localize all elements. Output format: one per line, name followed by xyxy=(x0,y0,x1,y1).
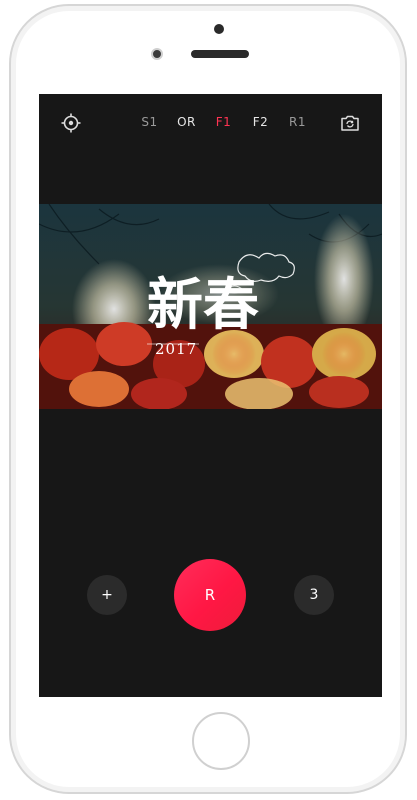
shutter-label: R xyxy=(204,586,216,604)
settings-button[interactable] xyxy=(57,109,85,137)
switch-camera-icon xyxy=(341,115,359,131)
mode-f2[interactable]: F2 xyxy=(242,115,279,133)
mode-r1[interactable]: R1 xyxy=(279,115,316,133)
shutter-button[interactable]: R xyxy=(174,559,246,631)
title-calligraphy: 新春 xyxy=(147,272,259,338)
camera-app-screen: S1 OR F1 F2 R1 新春 2017 + R 3 xyxy=(39,94,382,697)
mode-f1[interactable]: F1 xyxy=(205,115,242,133)
settings-icon xyxy=(61,113,81,133)
filter-mode-selector: S1 OR F1 F2 R1 xyxy=(131,115,316,133)
mode-s1[interactable]: S1 xyxy=(131,115,168,133)
switch-camera-button[interactable] xyxy=(336,109,364,137)
year-caption: 2017 xyxy=(155,340,197,358)
earpiece-speaker xyxy=(191,50,249,58)
front-sensor xyxy=(214,24,224,34)
top-toolbar: S1 OR F1 F2 R1 xyxy=(39,94,382,152)
photo-count-button[interactable]: 3 xyxy=(294,575,334,615)
photo-count-label: 3 xyxy=(309,587,319,603)
front-camera xyxy=(151,48,163,60)
add-label: + xyxy=(101,587,113,603)
home-button[interactable] xyxy=(192,712,250,770)
mode-or[interactable]: OR xyxy=(168,115,205,133)
add-button[interactable]: + xyxy=(87,575,127,615)
festival-lanterns-photo: 新春 2017 xyxy=(39,204,382,409)
photo-preview[interactable]: 新春 2017 xyxy=(39,204,382,409)
